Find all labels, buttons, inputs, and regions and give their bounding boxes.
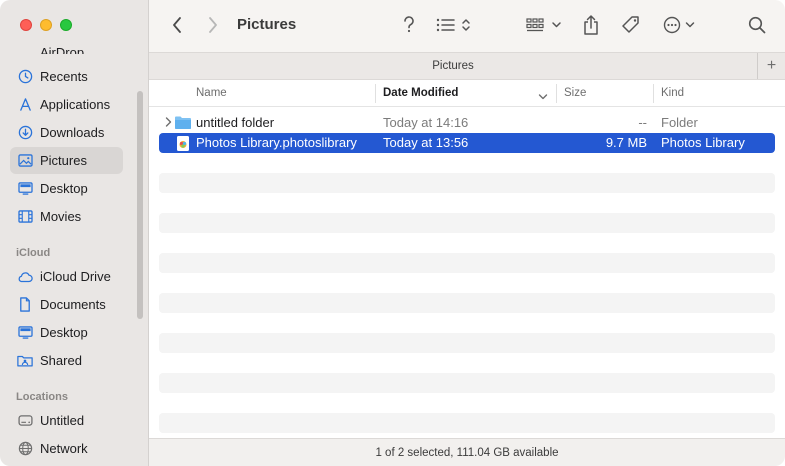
column-date-modified[interactable]: Date Modified bbox=[383, 87, 458, 99]
sidebar-section-icloud: iCloud bbox=[16, 247, 51, 259]
sort-chevron-down-icon[interactable] bbox=[538, 89, 548, 104]
file-date: Today at 14:16 bbox=[383, 115, 469, 130]
file-date: Today at 13:56 bbox=[383, 135, 469, 150]
sidebar-item-label: Untitled bbox=[40, 413, 85, 428]
new-tab-button[interactable]: + bbox=[757, 53, 785, 79]
sidebar-item-desktop[interactable]: Desktop bbox=[10, 175, 123, 202]
empty-row-stripe bbox=[159, 253, 775, 273]
tags-button[interactable] bbox=[620, 14, 642, 36]
sidebar-item-network[interactable]: Network bbox=[10, 435, 123, 462]
share-button[interactable] bbox=[581, 13, 601, 37]
cloud-icon bbox=[16, 268, 34, 286]
sidebar: AirDrop Recents Applications Downloads P… bbox=[0, 0, 149, 466]
view-options-button[interactable] bbox=[436, 15, 474, 35]
back-button[interactable] bbox=[168, 15, 186, 35]
file-kind: Photos Library bbox=[661, 135, 745, 150]
sidebar-item-shared[interactable]: Shared bbox=[10, 347, 123, 374]
share-icon bbox=[584, 15, 598, 35]
status-bar: 1 of 2 selected, 111.04 GB available bbox=[149, 438, 785, 466]
close-button[interactable] bbox=[20, 19, 32, 31]
ellipsis-circle-icon bbox=[663, 16, 695, 34]
forward-button[interactable] bbox=[204, 15, 222, 35]
sidebar-item-airdrop[interactable]: AirDrop bbox=[40, 46, 84, 54]
file-row-untitled-folder[interactable]: untitled folder Today at 14:16 -- Folder bbox=[159, 113, 775, 133]
zoom-button[interactable] bbox=[60, 19, 72, 31]
status-text: 1 of 2 selected, 111.04 GB available bbox=[375, 447, 559, 459]
column-divider[interactable] bbox=[375, 84, 376, 103]
column-divider[interactable] bbox=[556, 84, 557, 103]
empty-row-stripe bbox=[159, 293, 775, 313]
sidebar-item-label: iCloud Drive bbox=[40, 269, 111, 284]
sidebar-item-label: Applications bbox=[40, 97, 111, 112]
action-menu-button[interactable] bbox=[662, 15, 698, 35]
sidebar-item-icloud-drive[interactable]: iCloud Drive bbox=[10, 263, 123, 290]
sidebar-item-icloud-desktop[interactable]: Desktop bbox=[10, 319, 123, 346]
file-name: Photos Library.photoslibrary bbox=[196, 135, 357, 150]
column-divider[interactable] bbox=[653, 84, 654, 103]
document-icon bbox=[16, 296, 34, 314]
question-icon bbox=[404, 16, 414, 33]
empty-row-stripe bbox=[159, 413, 775, 433]
sidebar-item-label: Downloads bbox=[40, 125, 105, 140]
sidebar-item-documents[interactable]: Documents bbox=[10, 291, 123, 318]
tab-bar: Pictures + bbox=[149, 52, 785, 80]
help-button[interactable] bbox=[400, 14, 418, 36]
column-header: Name Date Modified Size Kind bbox=[149, 80, 785, 107]
sidebar-item-downloads[interactable]: Downloads bbox=[10, 119, 123, 146]
empty-row-stripe bbox=[159, 373, 775, 393]
desktop-icon bbox=[16, 324, 34, 342]
sidebar-item-pictures[interactable]: Pictures bbox=[10, 147, 123, 174]
sidebar-section-locations: Locations bbox=[16, 391, 68, 403]
group-button[interactable] bbox=[525, 15, 565, 35]
folder-icon bbox=[174, 115, 192, 133]
column-kind[interactable]: Kind bbox=[661, 87, 684, 99]
finder-window: AirDrop Recents Applications Downloads P… bbox=[0, 0, 785, 466]
shared-folder-icon bbox=[16, 352, 34, 370]
file-size: 9.7 MB bbox=[605, 135, 647, 150]
film-icon bbox=[16, 208, 34, 226]
tag-icon bbox=[622, 16, 639, 33]
clock-icon bbox=[16, 68, 34, 86]
desktop-icon bbox=[16, 180, 34, 198]
chevron-right-icon bbox=[209, 17, 217, 33]
sidebar-scrollbar[interactable] bbox=[137, 91, 143, 319]
applications-icon bbox=[16, 96, 34, 114]
empty-row-stripe bbox=[159, 173, 775, 193]
file-size: -- bbox=[638, 115, 647, 130]
chevron-left-icon bbox=[173, 17, 181, 33]
sidebar-item-label: Documents bbox=[40, 297, 106, 312]
minimize-button[interactable] bbox=[40, 19, 52, 31]
disclosure-triangle-icon[interactable] bbox=[165, 116, 172, 131]
sidebar-item-label: Shared bbox=[40, 353, 82, 368]
column-size[interactable]: Size bbox=[564, 87, 586, 99]
sidebar-item-label: Recents bbox=[40, 69, 88, 84]
sidebar-item-label: Desktop bbox=[40, 181, 88, 196]
sidebar-item-recents[interactable]: Recents bbox=[10, 63, 123, 90]
window-title: Pictures bbox=[237, 16, 297, 33]
search-icon bbox=[748, 16, 766, 34]
list-view-icon bbox=[436, 18, 470, 32]
sidebar-item-label: Desktop bbox=[40, 325, 88, 340]
grid-icon bbox=[526, 18, 561, 32]
globe-icon bbox=[16, 440, 34, 458]
disk-icon bbox=[16, 412, 34, 430]
download-icon bbox=[16, 124, 34, 142]
sidebar-item-label: Pictures bbox=[40, 153, 87, 168]
sidebar-item-applications[interactable]: Applications bbox=[10, 91, 123, 118]
file-name: untitled folder bbox=[196, 115, 275, 130]
empty-row-stripe bbox=[159, 213, 775, 233]
sidebar-item-movies[interactable]: Movies bbox=[10, 203, 123, 230]
sidebar-item-label: Movies bbox=[40, 209, 82, 224]
file-row-photos-library[interactable]: Photos Library.photoslibrary Today at 13… bbox=[159, 133, 775, 153]
photos-library-icon bbox=[174, 135, 192, 155]
empty-row-stripe bbox=[159, 333, 775, 353]
search-button[interactable] bbox=[747, 15, 767, 35]
window-controls bbox=[20, 19, 72, 31]
file-kind: Folder bbox=[661, 115, 698, 130]
photo-icon bbox=[16, 152, 34, 170]
column-name[interactable]: Name bbox=[196, 87, 227, 99]
tab-pictures[interactable]: Pictures bbox=[149, 60, 757, 72]
sidebar-item-untitled-disk[interactable]: Untitled bbox=[10, 407, 123, 434]
sidebar-item-label: Network bbox=[40, 441, 88, 456]
